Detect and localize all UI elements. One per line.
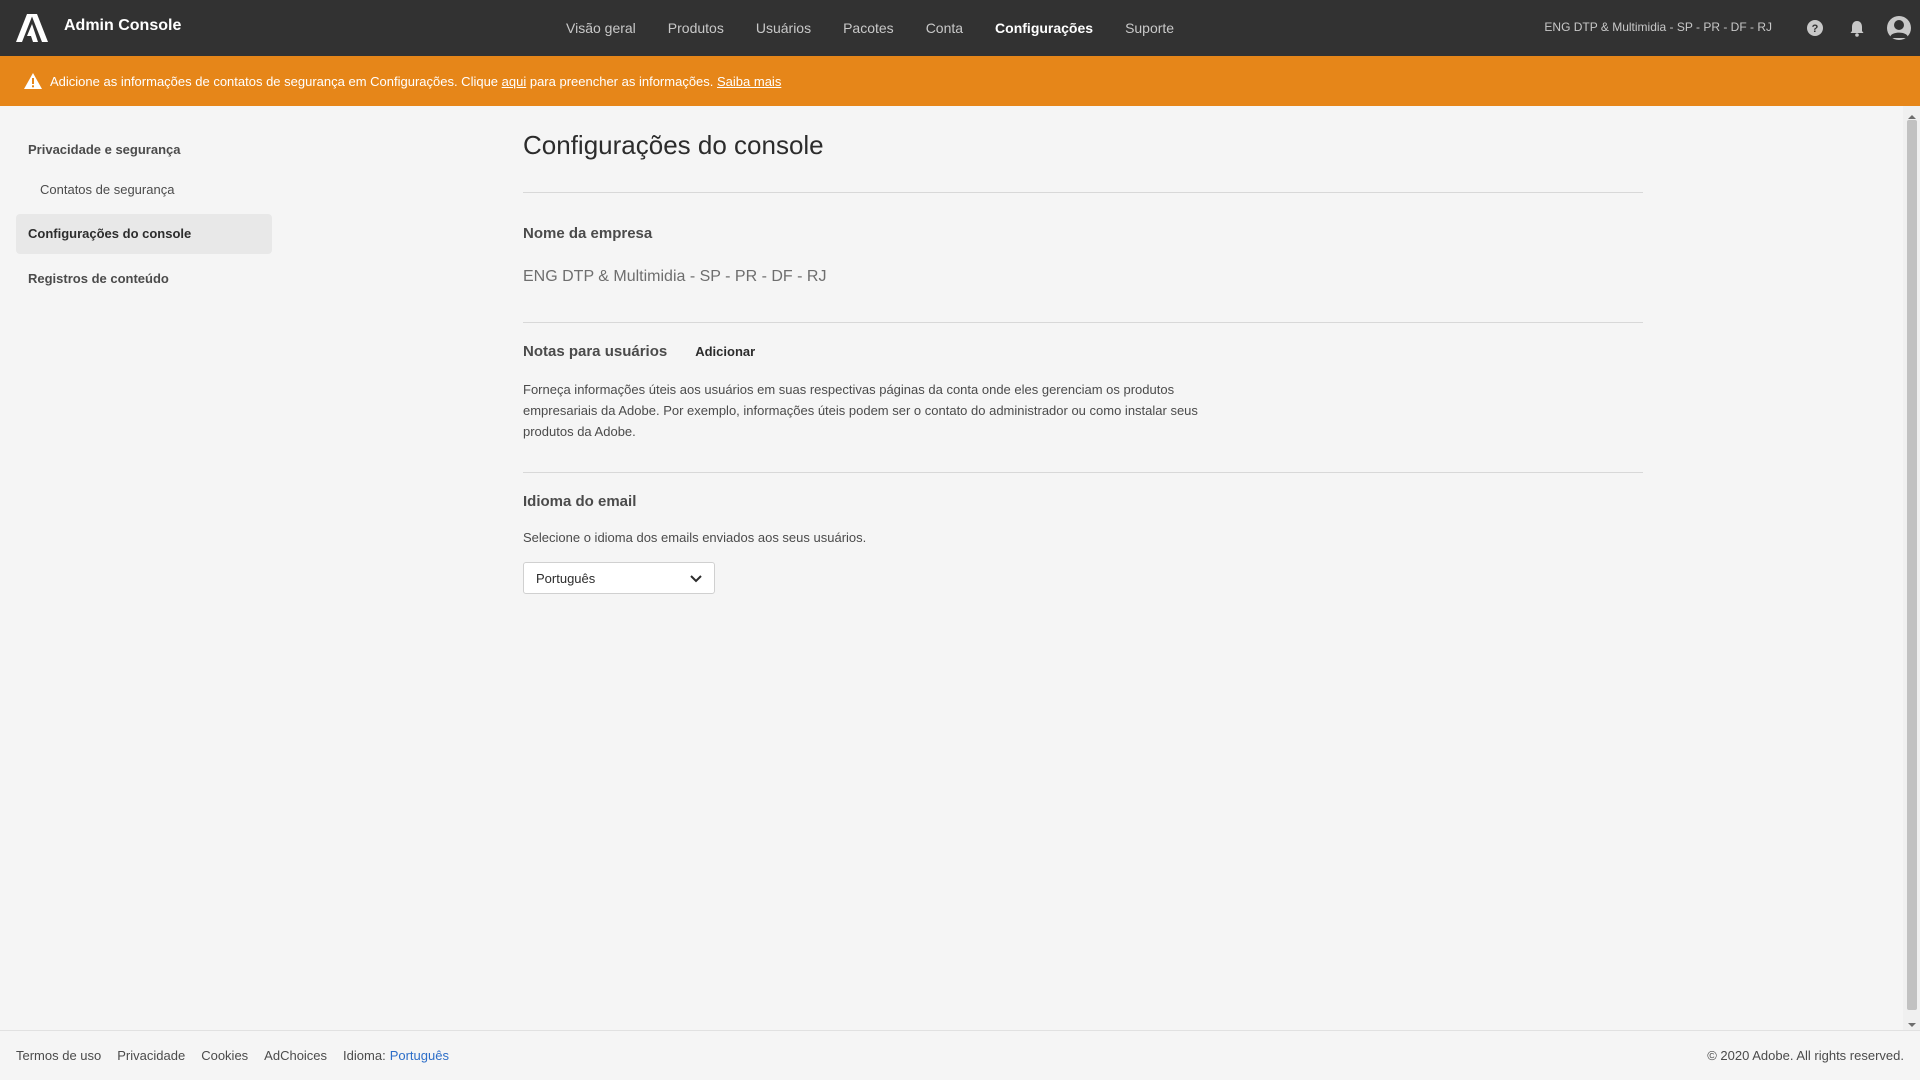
page-title: Configurações do console	[523, 130, 824, 160]
footer-link-privacidade[interactable]: Privacidade	[117, 1048, 185, 1063]
user-avatar-icon[interactable]	[1886, 15, 1912, 41]
svg-text:?: ?	[1812, 23, 1819, 35]
notes-header: Notas para usuários Adicionar	[523, 343, 1643, 360]
email-language-description: Selecione o idioma dos emails enviados a…	[523, 530, 867, 545]
bell-icon[interactable]	[1846, 17, 1868, 39]
scroll-up-arrow-icon[interactable]	[1907, 109, 1917, 119]
footer-link-adchoices[interactable]: AdChoices	[264, 1048, 327, 1063]
email-language-label: Idioma do email	[523, 493, 637, 510]
banner-text-after: para preencher as informações.	[526, 73, 718, 89]
scroll-down-arrow-icon[interactable]	[1907, 1017, 1917, 1027]
company-name-label: Nome da empresa	[523, 225, 653, 242]
app-title[interactable]: Admin Console	[64, 17, 181, 35]
company-name-value: ENG DTP & Multimidia - SP - PR - DF - RJ	[523, 268, 827, 285]
footer-link-cookies[interactable]: Cookies	[201, 1048, 248, 1063]
help-icon[interactable]: ?	[1804, 17, 1826, 39]
nav-item-suporte[interactable]: Suporte	[1125, 20, 1174, 36]
notes-description: Forneça informações úteis aos usuários e…	[523, 382, 1198, 439]
org-switcher[interactable]: ENG DTP & Multimidia - SP - PR - DF - RJ	[1544, 20, 1772, 34]
nav-item-configuracoes[interactable]: Configurações	[995, 20, 1093, 36]
notes-label: Notas para usuários	[523, 343, 668, 360]
main-content: Configurações do console Nome da empresa…	[523, 130, 1643, 594]
nav-item-pacotes[interactable]: Pacotes	[843, 20, 894, 36]
main-nav: Visão geral Produtos Usuários Pacotes Co…	[550, 0, 1190, 56]
divider	[523, 322, 1643, 323]
sidebar-item-contatos-seguranca[interactable]: Contatos de segurança	[16, 170, 272, 210]
divider	[523, 192, 1643, 193]
sidebar-item-registros-conteudo[interactable]: Registros de conteúdo	[16, 259, 272, 299]
nav-item-visao-geral[interactable]: Visão geral	[566, 20, 636, 36]
scrollbar-thumb[interactable]	[1907, 120, 1917, 1010]
nav-item-usuarios[interactable]: Usuários	[756, 20, 811, 36]
footer-language-label: Idioma:	[343, 1048, 386, 1063]
add-notes-button[interactable]: Adicionar	[695, 344, 755, 359]
security-contacts-banner: Adicione as informações de contatos de s…	[0, 56, 1920, 106]
sidebar-item-configuracoes-console[interactable]: Configurações do console	[16, 214, 272, 254]
copyright-text: © 2020 Adobe. All rights reserved.	[1707, 1048, 1904, 1063]
footer-language-link[interactable]: Português	[390, 1048, 449, 1063]
email-language-selected: Português	[536, 570, 596, 586]
warning-icon	[24, 73, 42, 89]
nav-item-conta[interactable]: Conta	[926, 20, 963, 36]
banner-learn-more-link[interactable]: Saiba mais	[717, 74, 781, 89]
vertical-scrollbar[interactable]	[1903, 106, 1920, 1030]
adobe-logo-icon[interactable]	[16, 14, 48, 42]
sidebar-item-privacidade-seguranca[interactable]: Privacidade e segurança	[16, 130, 272, 170]
nav-item-produtos[interactable]: Produtos	[668, 20, 724, 36]
email-language-select[interactable]: Português	[523, 562, 715, 594]
banner-text-before: Adicione as informações de contatos de s…	[50, 73, 502, 89]
banner-here-link[interactable]: aqui	[502, 74, 527, 89]
top-bar: Admin Console Visão geral Produtos Usuár…	[0, 0, 1920, 56]
footer: Termos de uso Privacidade Cookies AdChoi…	[0, 1030, 1920, 1080]
chevron-down-icon	[690, 571, 702, 586]
settings-sidebar: Privacidade e segurança Contatos de segu…	[16, 130, 272, 299]
footer-link-termos[interactable]: Termos de uso	[16, 1048, 101, 1063]
divider	[523, 472, 1643, 473]
